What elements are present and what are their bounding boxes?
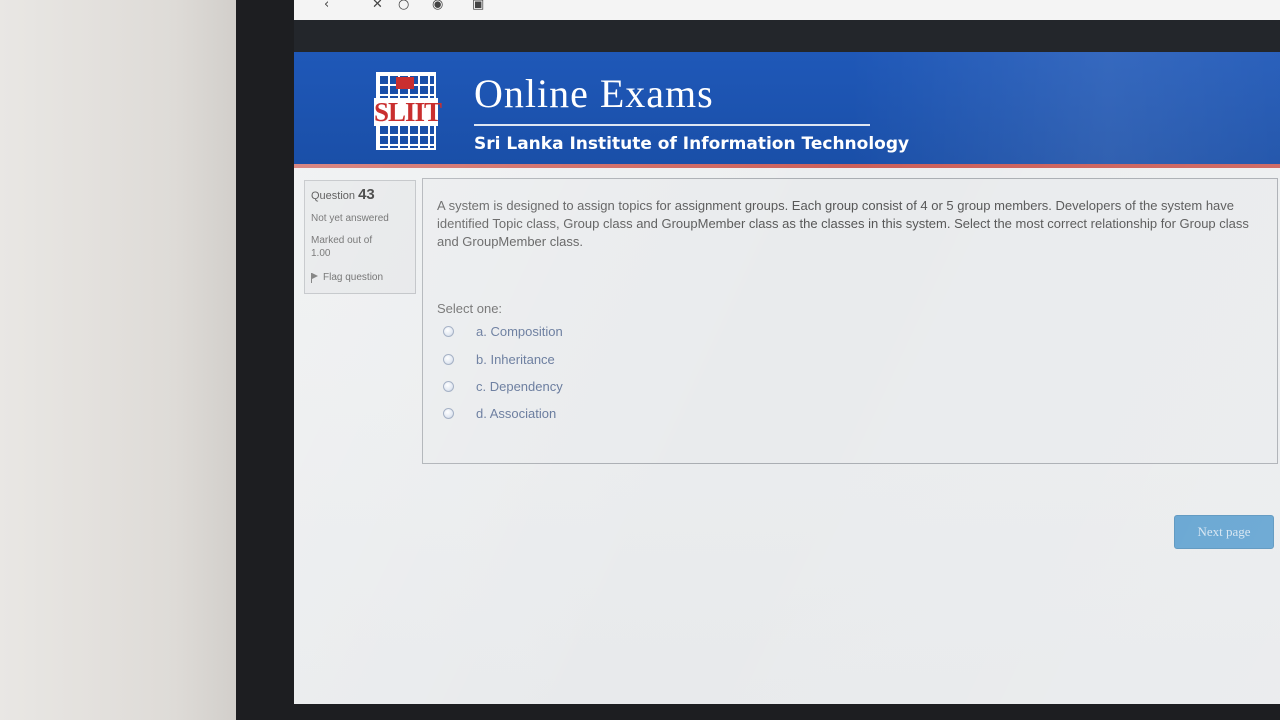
question-label: Question [311, 190, 356, 202]
option-label[interactable]: a. Composition [476, 324, 563, 339]
logo-emblem-icon [396, 77, 414, 89]
radio-icon[interactable] [443, 325, 454, 337]
answer-option-a[interactable]: a. Composition [443, 321, 563, 341]
header-accent-line [294, 164, 1280, 168]
next-page-button[interactable]: Next page [1174, 515, 1274, 549]
extension-icon[interactable]: ◉ [432, 0, 446, 14]
question-content: A system is designed to assign topics fo… [422, 178, 1278, 464]
select-prompt: Select one: [437, 301, 503, 316]
room-wall [0, 0, 250, 720]
marks-label: Marked out of [311, 235, 373, 246]
option-label[interactable]: b. Inheritance [476, 352, 555, 367]
browser-tabstrip [294, 20, 1280, 52]
sliit-logo[interactable]: SLIIT [374, 72, 442, 150]
question-info-panel: Question 43 Not yet answered Marked out … [304, 180, 416, 294]
question-number: 43 [358, 186, 375, 203]
question-text: A system is designed to assign topics fo… [437, 198, 1249, 249]
browser-toolbar: ‹ ✕ ○ ◉ ▣ [294, 0, 1280, 21]
back-icon[interactable]: ‹ [324, 0, 338, 14]
logo-text: SLIIT [374, 97, 442, 127]
question-number-line: Question 43 [311, 186, 409, 203]
radio-icon[interactable] [443, 407, 454, 419]
site-title: Online Exams [474, 71, 714, 116]
flag-question-label: Flag question [323, 272, 384, 283]
title-divider [474, 124, 870, 126]
site-subtitle: Sri Lanka Institute of Information Techn… [474, 134, 910, 154]
marks-info: Marked out of 1.00 [311, 234, 409, 260]
flag-icon [311, 272, 319, 283]
answer-option-c[interactable]: c. Dependency [443, 376, 563, 396]
browser-screen: ‹ ✕ ○ ◉ ▣ SLIIT Online Exams Sri Lanka I… [294, 0, 1280, 704]
header-sheen [850, 52, 1280, 164]
flag-question-link[interactable]: Flag question [311, 272, 409, 283]
answer-option-d[interactable]: d. Association [443, 403, 556, 423]
radio-icon[interactable] [443, 380, 454, 392]
option-label[interactable]: d. Association [476, 406, 556, 421]
reload-icon[interactable]: ○ [398, 0, 412, 14]
answer-option-b[interactable]: b. Inheritance [443, 349, 555, 369]
radio-icon[interactable] [443, 353, 454, 365]
site-header: SLIIT Online Exams Sri Lanka Institute o… [294, 52, 1280, 164]
close-icon[interactable]: ✕ [372, 0, 386, 14]
option-label[interactable]: c. Dependency [476, 379, 563, 394]
marks-value: 1.00 [311, 248, 331, 259]
answer-state: Not yet answered [311, 213, 389, 224]
page-icon[interactable]: ▣ [472, 0, 486, 14]
